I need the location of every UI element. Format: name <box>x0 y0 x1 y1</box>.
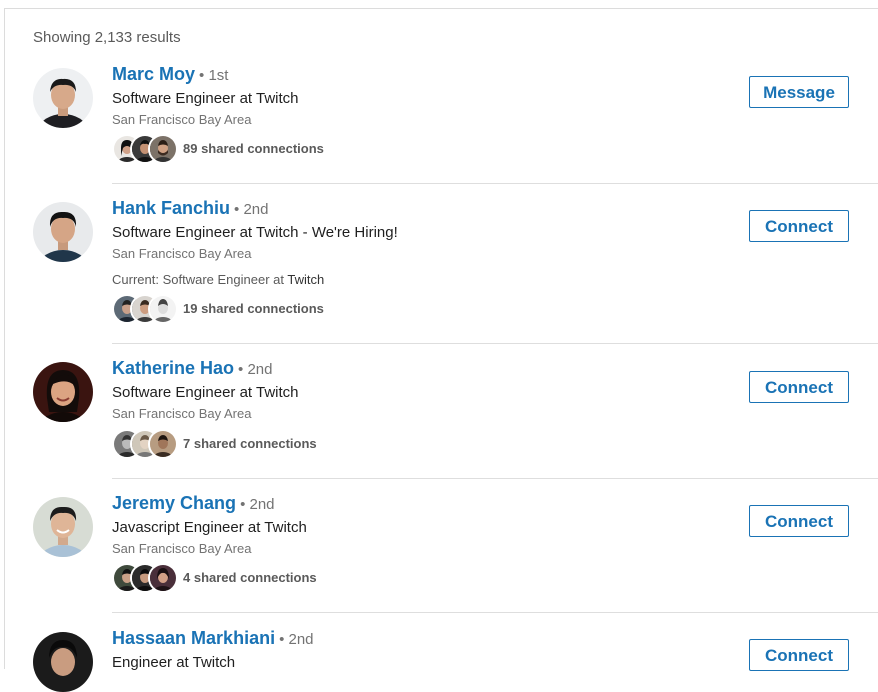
location: San Francisco Bay Area <box>112 112 252 127</box>
location: San Francisco Bay Area <box>112 246 252 261</box>
shared-connections-count: 19 shared connections <box>183 301 324 316</box>
person-avatar-icon <box>33 202 93 262</box>
connection-degree: • 2nd <box>279 631 314 648</box>
headline: Engineer at Twitch <box>112 654 236 671</box>
person-avatar-icon <box>33 68 93 128</box>
name-line: Hank Fanchiu • 2nd <box>112 198 268 219</box>
current-position: Current: Software Engineer at Twitch <box>112 272 324 287</box>
connect-button[interactable]: Connect <box>749 639 849 671</box>
connection-degree: • 2nd <box>234 201 269 218</box>
connection-avatar-icon <box>148 294 178 324</box>
connect-button[interactable]: Connect <box>749 505 849 537</box>
connect-button[interactable]: Connect <box>749 371 849 403</box>
divider <box>112 183 878 184</box>
person-avatar-icon <box>33 362 93 422</box>
connection-avatar-icon <box>148 134 178 164</box>
headline: Software Engineer at Twitch <box>112 90 299 107</box>
name-line: Marc Moy • 1st <box>112 64 228 85</box>
name-line: Hassaan Markhiani • 2nd <box>112 628 314 649</box>
name-line: Jeremy Chang • 2nd <box>112 493 275 514</box>
search-results-card: Showing 2,133 results Marc Moy • 1st Soft… <box>4 8 878 692</box>
headline: Javascript Engineer at Twitch <box>112 519 307 536</box>
divider <box>112 612 878 613</box>
profile-name-link[interactable]: Hank Fanchiu <box>112 198 230 218</box>
profile-name-link[interactable]: Marc Moy <box>112 64 195 84</box>
person-avatar-icon <box>33 632 93 692</box>
shared-connections-count: 89 shared connections <box>183 141 324 156</box>
profile-photo[interactable] <box>33 68 93 128</box>
name-line: Katherine Hao • 2nd <box>112 358 272 379</box>
location: San Francisco Bay Area <box>112 541 252 556</box>
profile-name-link[interactable]: Katherine Hao <box>112 358 234 378</box>
message-button[interactable]: Message <box>749 76 849 108</box>
divider <box>112 478 878 479</box>
profile-name-link[interactable]: Jeremy Chang <box>112 493 236 513</box>
current-position-label: Current: Software Engineer at <box>112 272 288 287</box>
shared-connections-count: 7 shared connections <box>183 436 317 451</box>
connection-avatar-icon <box>148 563 178 593</box>
profile-photo[interactable] <box>33 202 93 262</box>
current-company: Twitch <box>287 272 325 287</box>
connect-button[interactable]: Connect <box>749 210 849 242</box>
shared-connections-count: 4 shared connections <box>183 570 317 585</box>
headline: Software Engineer at Twitch <box>112 384 299 401</box>
profile-photo[interactable] <box>33 497 93 557</box>
person-avatar-icon <box>33 497 93 557</box>
results-count: Showing 2,133 results <box>33 29 181 46</box>
connection-avatar-icon <box>148 429 178 459</box>
connection-degree: • 1st <box>199 67 229 84</box>
profile-photo[interactable] <box>33 632 93 692</box>
divider <box>112 343 878 344</box>
connection-degree: • 2nd <box>238 361 273 378</box>
location: San Francisco Bay Area <box>112 406 252 421</box>
connection-degree: • 2nd <box>240 496 275 513</box>
profile-photo[interactable] <box>33 362 93 422</box>
profile-name-link[interactable]: Hassaan Markhiani <box>112 628 275 648</box>
headline: Software Engineer at Twitch - We're Hiri… <box>112 224 398 241</box>
